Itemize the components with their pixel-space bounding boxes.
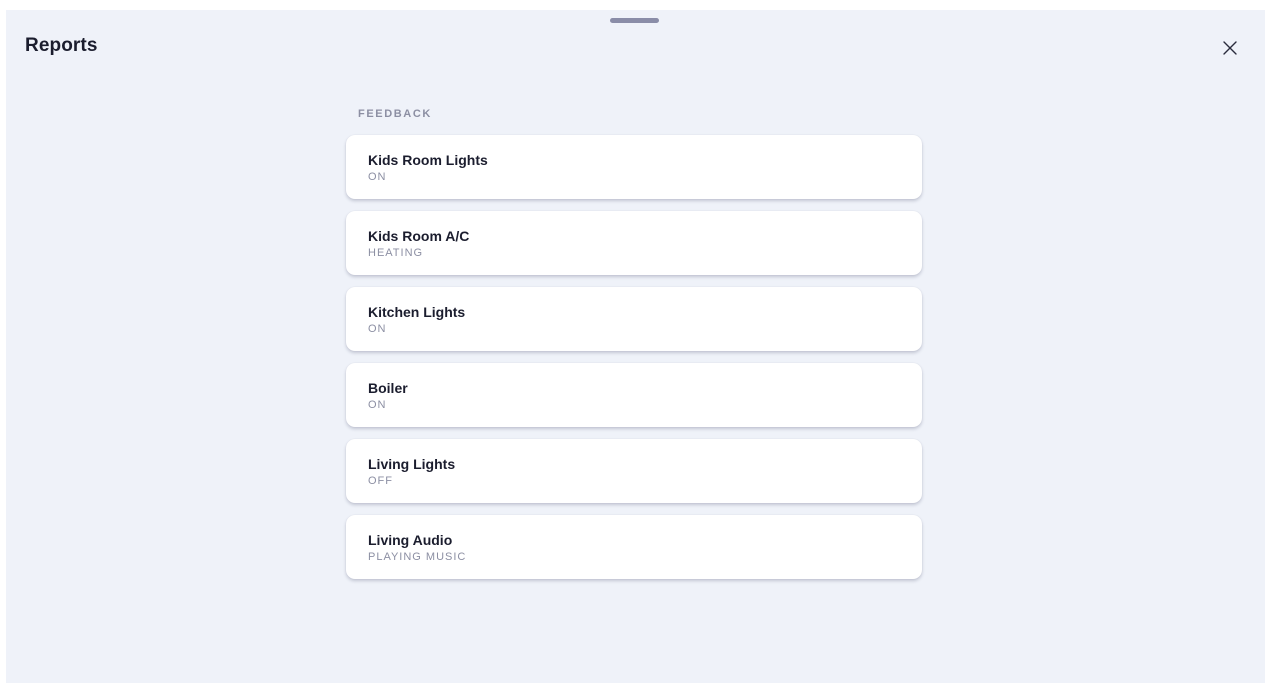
report-status: PLAYING MUSIC — [368, 551, 467, 563]
report-status: ON — [368, 399, 387, 411]
drag-handle[interactable] — [610, 18, 659, 23]
report-name: Living Lights — [368, 456, 456, 472]
report-name: Kids Room Lights — [368, 152, 488, 168]
report-name: Kitchen Lights — [368, 304, 466, 320]
report-card[interactable]: Kids Room A/C HEATING — [346, 211, 922, 275]
close-icon — [1223, 41, 1237, 55]
report-card[interactable]: Living Lights OFF — [346, 439, 922, 503]
report-list: Kids Room Lights ON Kids Room A/C HEATIN… — [346, 135, 922, 591]
report-name: Boiler — [368, 380, 408, 396]
report-status: ON — [368, 323, 387, 335]
close-button[interactable] — [1219, 37, 1241, 59]
page-title: Reports — [25, 35, 98, 56]
report-status: OFF — [368, 475, 393, 487]
report-card[interactable]: Kitchen Lights ON — [346, 287, 922, 351]
section-label-feedback: FEEDBACK — [358, 108, 432, 120]
report-card[interactable]: Boiler ON — [346, 363, 922, 427]
report-status: ON — [368, 171, 387, 183]
report-name: Living Audio — [368, 532, 453, 548]
report-card[interactable]: Living Audio PLAYING MUSIC — [346, 515, 922, 579]
reports-sheet: Reports FEEDBACK Kids Room Lights ON Kid… — [6, 10, 1265, 683]
report-card[interactable]: Kids Room Lights ON — [346, 135, 922, 199]
report-status: HEATING — [368, 247, 424, 259]
report-name: Kids Room A/C — [368, 228, 470, 244]
